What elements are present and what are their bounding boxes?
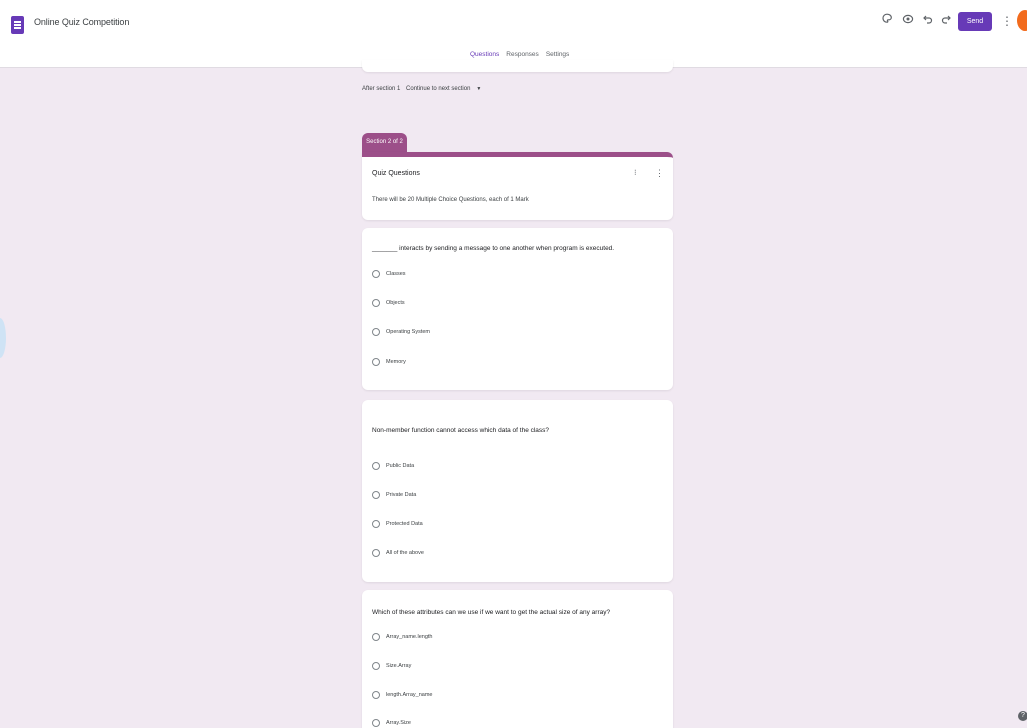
radio-button[interactable] <box>372 299 380 307</box>
option-label: Objects <box>386 300 405 306</box>
option-label: Classes <box>386 271 406 277</box>
option-label: length.Array_name <box>386 692 433 698</box>
after-section-control: After section 1 Continue to next section… <box>362 86 481 92</box>
radio-button[interactable] <box>372 662 380 670</box>
form-title[interactable]: Online Quiz Competition <box>34 17 129 27</box>
help-icon[interactable]: ? <box>1018 711 1027 721</box>
decorative-blob <box>0 318 6 358</box>
radio-button[interactable] <box>372 270 380 278</box>
option-label: Public Data <box>386 463 415 469</box>
section-more-icon[interactable]: ⋮ <box>655 169 664 178</box>
radio-button[interactable] <box>372 328 380 336</box>
option-label: Operating System <box>386 329 431 335</box>
undo-icon[interactable] <box>921 13 935 27</box>
after-section-dropdown[interactable]: Continue to next section ▼ <box>406 86 481 92</box>
radio-button[interactable] <box>372 520 380 528</box>
question-card[interactable]: Which of these attributes can we use if … <box>362 590 673 728</box>
tab-settings[interactable]: Settings <box>546 51 570 58</box>
preview-eye-icon[interactable] <box>901 13 915 27</box>
radio-button[interactable] <box>372 462 380 470</box>
option-label: Private Data <box>386 492 417 498</box>
radio-button[interactable] <box>372 549 380 557</box>
radio-button[interactable] <box>372 358 380 366</box>
option-label: Size.Array <box>386 663 412 669</box>
tab-responses[interactable]: Responses <box>506 51 539 58</box>
option-label: Protected Data <box>386 521 423 527</box>
question-card[interactable]: _______ interacts by sending a message t… <box>362 228 673 390</box>
dropdown-caret-icon: ▼ <box>476 86 482 92</box>
question-text[interactable]: Non-member function cannot access which … <box>372 427 549 434</box>
option-label: All of the above <box>386 550 424 556</box>
radio-button[interactable] <box>372 633 380 641</box>
forms-logo-icon[interactable] <box>11 16 24 34</box>
question-card[interactable]: Non-member function cannot access which … <box>362 400 673 582</box>
collapse-section-icon[interactable]: ⁝ <box>634 169 637 177</box>
section-description[interactable]: There will be 20 Multiple Choice Questio… <box>372 197 529 203</box>
previous-section-card <box>362 60 673 72</box>
top-app-bar: Online Quiz Competition Send ⋮ Questions… <box>0 0 1027 68</box>
radio-button[interactable] <box>372 491 380 499</box>
avatar[interactable] <box>1017 10 1027 31</box>
tab-questions[interactable]: Questions <box>470 51 499 58</box>
radio-button[interactable] <box>372 719 380 727</box>
section-header-card[interactable]: Quiz Questions There will be 20 Multiple… <box>362 152 673 220</box>
option-label: Array.Size <box>386 720 411 726</box>
question-text[interactable]: _______ interacts by sending a message t… <box>372 245 614 252</box>
after-section-value: Continue to next section <box>406 86 471 92</box>
section-title[interactable]: Quiz Questions <box>372 170 420 177</box>
option-label: Memory <box>386 359 406 365</box>
more-vert-icon[interactable]: ⋮ <box>1001 12 1013 30</box>
palette-icon[interactable] <box>880 13 894 27</box>
option-label: Array_name.length <box>386 634 433 640</box>
tab-bar: Questions Responses Settings <box>470 51 576 58</box>
question-text[interactable]: Which of these attributes can we use if … <box>372 609 610 616</box>
redo-icon[interactable] <box>939 13 953 27</box>
send-button[interactable]: Send <box>958 12 992 31</box>
after-section-label: After section 1 <box>362 86 401 92</box>
section-badge: Section 2 of 2 <box>362 133 407 152</box>
radio-button[interactable] <box>372 691 380 699</box>
